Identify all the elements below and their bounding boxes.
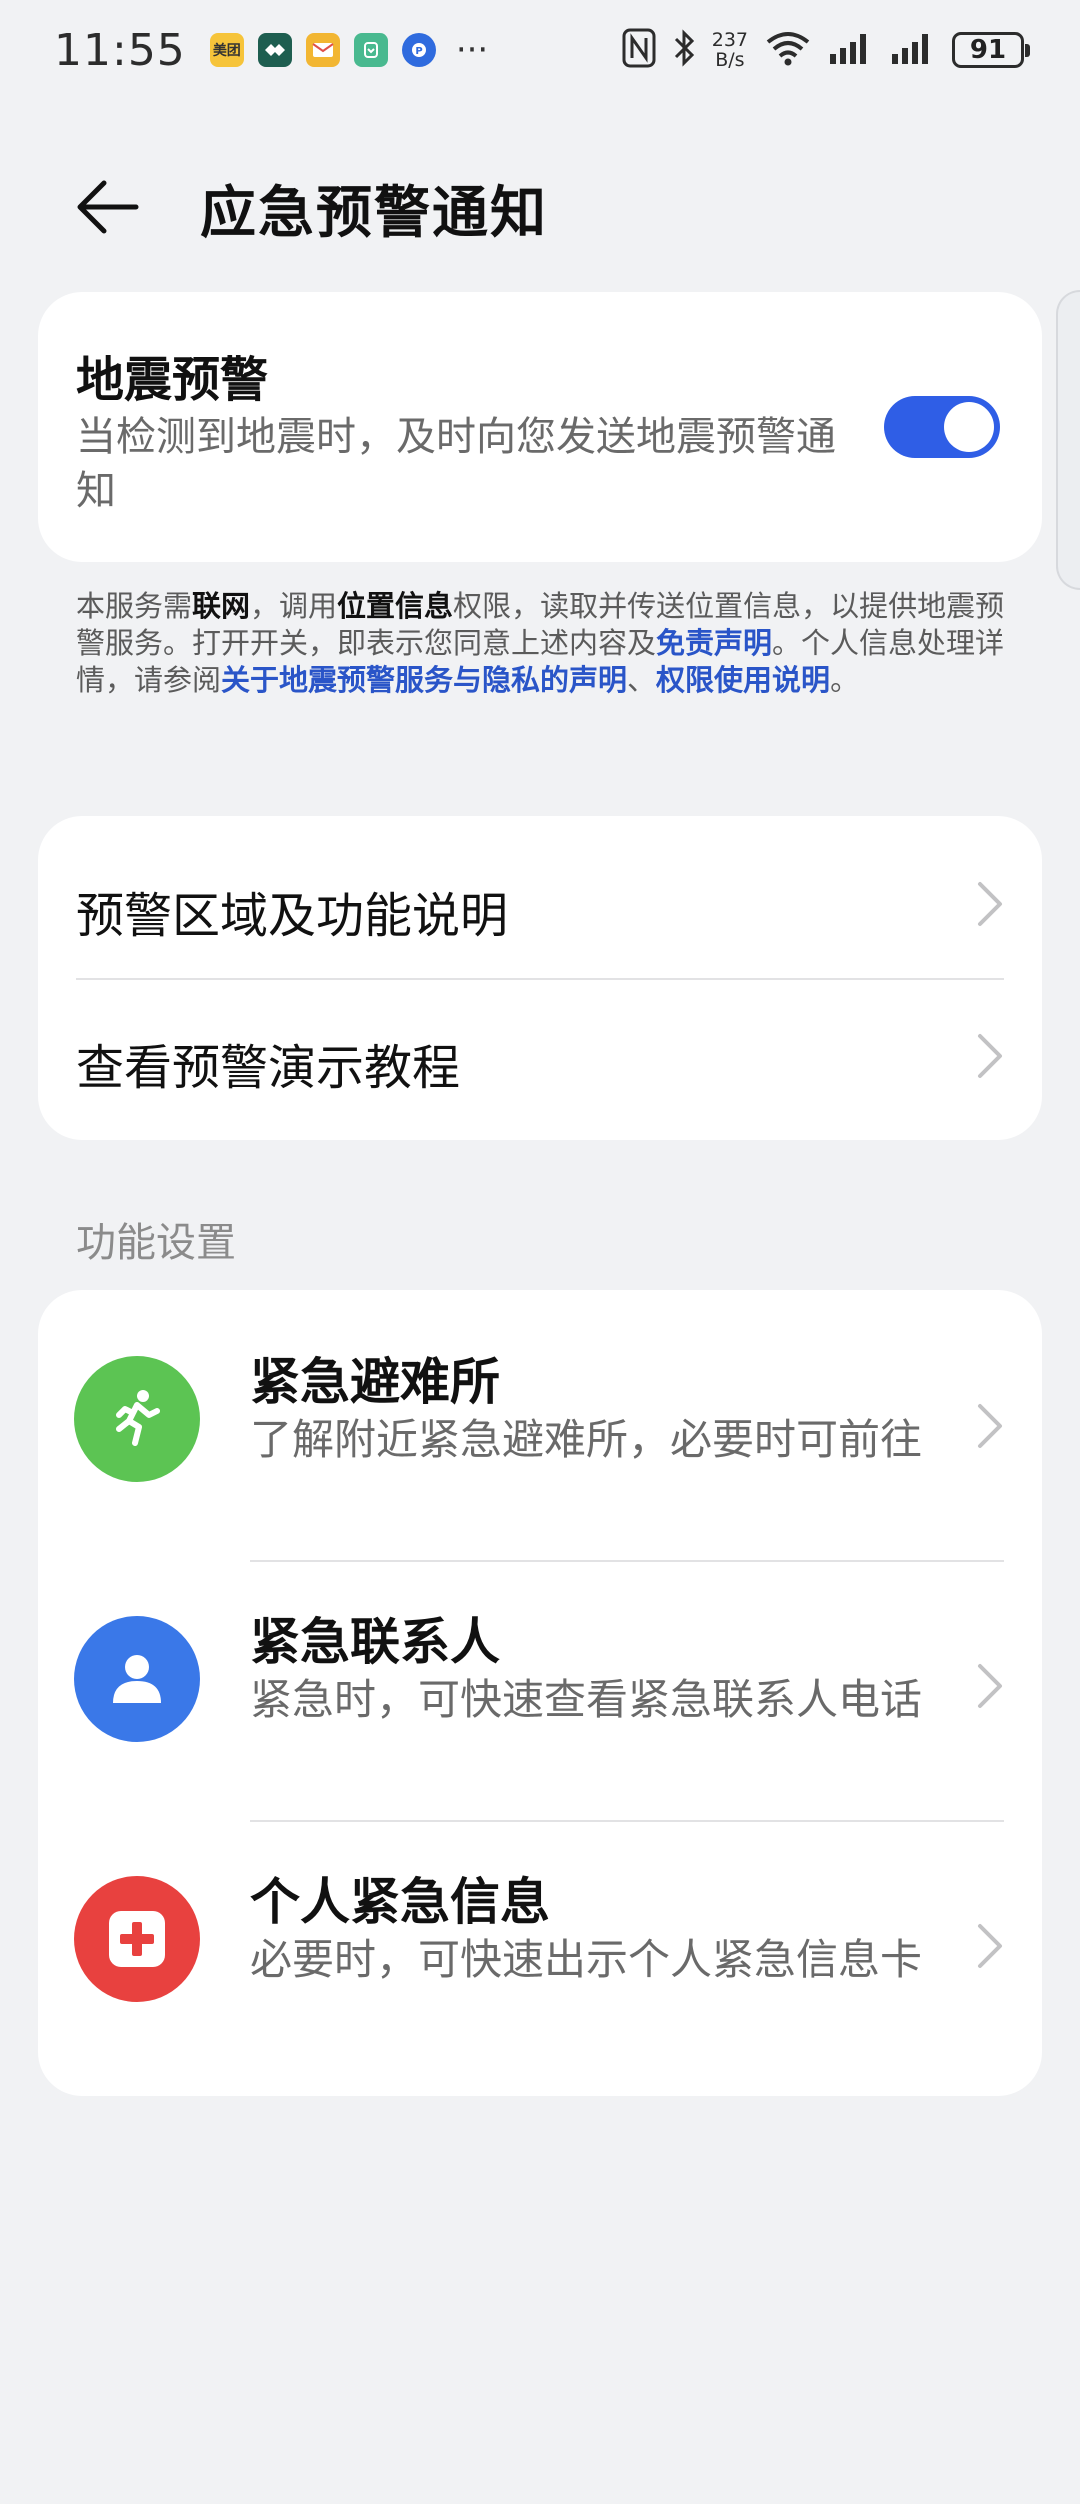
setting-title: 个人紧急信息 <box>250 1873 550 1931</box>
disclaimer-link[interactable]: 免责声明 <box>656 626 772 660</box>
signal-icon-1 <box>828 30 874 70</box>
earthquake-warning-card: 地震预警 当检测到地震时，及时向您发送地震预警通知 <box>38 292 1042 562</box>
page-title: 应急预警通知 <box>200 181 548 246</box>
status-left: 11:55 美团 P ··· <box>54 25 488 76</box>
section-title-settings: 功能设置 <box>76 1220 236 1266</box>
nfc-icon <box>622 28 656 72</box>
chevron-right-icon <box>978 1034 1002 1078</box>
notice-location-permission: 位置信息 <box>337 589 454 623</box>
feature-settings-card: 紧急避难所 了解附近紧急避难所，必要时可前往 紧急联系人 紧急时，可快速查看紧急… <box>38 1290 1042 2096</box>
setting-title: 紧急联系人 <box>250 1613 500 1671</box>
app-icon-green <box>257 33 292 67</box>
bluetooth-icon <box>672 28 696 72</box>
chevron-right-icon <box>978 1924 1002 1968</box>
info-links-card: 预警区域及功能说明 查看预警演示教程 <box>38 816 1042 1140</box>
status-right: 237 B/s 91 <box>622 28 1030 72</box>
notice-network: 联网 <box>192 589 251 623</box>
list-item-demo-tutorial[interactable]: 查看预警演示教程 <box>38 980 1042 1130</box>
privacy-statement-link[interactable]: 关于地震预警服务与隐私的声明 <box>221 663 627 697</box>
setting-description: 了解附近紧急避难所，必要时可前往 <box>250 1415 923 1464</box>
person-icon <box>74 1616 200 1742</box>
signal-icon-2 <box>890 30 936 70</box>
alipay-icon: P <box>401 33 436 67</box>
earthquake-warning-title: 地震预警 <box>76 352 269 408</box>
setting-description: 紧急时，可快速查看紧急联系人电话 <box>250 1675 923 1724</box>
net-speed: 237 B/s <box>712 30 748 70</box>
list-item-personal-emergency-info[interactable]: 个人紧急信息 必要时，可快速出示个人紧急信息卡 <box>38 1812 1042 2072</box>
meituan-icon: 美团 <box>209 33 244 67</box>
chevron-right-icon <box>978 1664 1002 1708</box>
list-item-emergency-contacts[interactable]: 紧急联系人 紧急时，可快速查看紧急联系人电话 <box>38 1552 1042 1812</box>
notice-text: 。 <box>830 663 860 697</box>
notice-text: 、 <box>627 663 657 697</box>
list-item-warning-area[interactable]: 预警区域及功能说明 <box>38 828 1042 978</box>
list-item-label: 预警区域及功能说明 <box>76 888 509 944</box>
setting-title: 紧急避难所 <box>250 1353 500 1411</box>
running-person-icon <box>74 1356 200 1482</box>
list-item-emergency-shelter[interactable]: 紧急避难所 了解附近紧急避难所，必要时可前往 <box>38 1290 1042 1550</box>
xiaomi-home-icon <box>353 33 388 67</box>
net-speed-unit: B/s <box>715 49 745 71</box>
earthquake-warning-toggle[interactable] <box>884 396 1000 458</box>
app-header: 应急预警通知 <box>0 160 1080 250</box>
back-button[interactable] <box>72 172 142 242</box>
medical-card-icon <box>74 1876 200 2002</box>
svg-text:P: P <box>415 46 422 57</box>
battery-indicator: 91 <box>952 32 1030 68</box>
service-notice: 本服务需联网，调用位置信息权限，读取并传送位置信息，以提供地震预警服务。打开开关… <box>76 588 1016 699</box>
back-arrow-icon <box>77 180 139 234</box>
mail-icon <box>305 33 340 67</box>
permission-usage-link[interactable]: 权限使用说明 <box>656 663 830 697</box>
status-time: 11:55 <box>54 24 186 76</box>
status-bar: 11:55 美团 P ··· 237 B/s 91 <box>0 0 1080 100</box>
earthquake-warning-description: 当检测到地震时，及时向您发送地震预警通知 <box>76 414 836 514</box>
more-notifications-icon: ··· <box>455 30 489 70</box>
chevron-right-icon <box>978 882 1002 926</box>
side-panel-handle[interactable] <box>1056 290 1080 590</box>
wifi-icon <box>764 28 812 72</box>
list-item-label: 查看预警演示教程 <box>76 1040 461 1096</box>
net-speed-value: 237 <box>711 29 748 51</box>
notice-text: 本服务需 <box>76 589 193 623</box>
chevron-right-icon <box>978 1404 1002 1448</box>
setting-description: 必要时，可快速出示个人紧急信息卡 <box>250 1935 923 1984</box>
toggle-knob <box>944 402 994 452</box>
notice-text: ，调用 <box>250 589 338 623</box>
